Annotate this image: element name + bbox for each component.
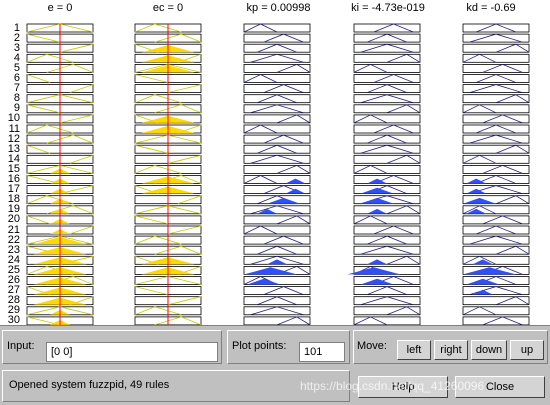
rule-cell-kp-13 bbox=[243, 144, 311, 154]
rule-cell-kp-21 bbox=[243, 225, 311, 235]
rule-cell-kp-5 bbox=[243, 64, 311, 73]
rule-cell-kp-23 bbox=[243, 245, 311, 255]
rule-cell-kp-28 bbox=[243, 296, 311, 306]
rule-cell-kp-10 bbox=[243, 114, 311, 124]
rule-cell-kp-20 bbox=[243, 215, 311, 225]
rule-cell-kd-6 bbox=[462, 74, 530, 83]
rule-cell-ki-12 bbox=[353, 134, 421, 144]
rule-cell-kd-11 bbox=[462, 124, 530, 134]
rule-cell-ki-27 bbox=[353, 286, 421, 296]
rule-cell-kd-8 bbox=[462, 94, 530, 104]
rule-cell-kp-8 bbox=[243, 94, 311, 104]
input-label: Input: bbox=[7, 340, 35, 352]
column-title-ec: ec = 0 bbox=[152, 2, 184, 14]
rule-cell-ki-2 bbox=[353, 33, 421, 43]
move-panel: Move: left right down up bbox=[353, 330, 548, 364]
column-title-kd: kd = -0.69 bbox=[466, 2, 516, 14]
plot-points-label: Plot points: bbox=[232, 340, 287, 352]
rule-cell-kd-24 bbox=[462, 255, 530, 265]
rule-cell-ki-7 bbox=[353, 84, 421, 93]
rule-cell-kp-3 bbox=[243, 43, 311, 53]
move-down-button[interactable]: down bbox=[471, 340, 507, 360]
rule-cell-ki-10 bbox=[353, 114, 421, 124]
rule-cell-kp-30 bbox=[243, 316, 311, 326]
column-title-ki: ki = -4.73e-019 bbox=[351, 2, 425, 14]
rule-cell-ki-30 bbox=[353, 316, 421, 326]
rule-cell-ki-19 bbox=[353, 205, 421, 215]
rule-cell-ki-5 bbox=[353, 64, 421, 73]
rule-cell-kd-14 bbox=[462, 154, 530, 164]
input-field[interactable] bbox=[46, 342, 218, 362]
rule-cell-kd-4 bbox=[462, 53, 530, 63]
rule-cell-ki-29 bbox=[353, 306, 421, 316]
rule-plots bbox=[26, 23, 530, 326]
status-panel: Opened system fuzzpid, 49 rules bbox=[2, 370, 350, 402]
rule-cell-ki-4 bbox=[353, 53, 421, 63]
rule-cell-kd-28 bbox=[462, 296, 530, 306]
column-title-kp: kp = 0.00998 bbox=[246, 2, 311, 14]
rule-cell-kp-11 bbox=[243, 124, 311, 134]
rule-cell-kp-1 bbox=[243, 23, 311, 33]
rule-cell-ki-15 bbox=[353, 164, 421, 174]
rule-cell-kd-1 bbox=[462, 23, 530, 33]
rule-cell-kd-3 bbox=[462, 43, 530, 53]
move-right-button[interactable]: right bbox=[434, 340, 468, 360]
rule-cell-ki-9 bbox=[353, 104, 421, 114]
rule-cell-kp-15 bbox=[243, 164, 311, 174]
watermark-text: https://blog.csdn.net/qq_41260096 bbox=[300, 379, 485, 393]
move-up-button[interactable]: up bbox=[510, 340, 544, 360]
rule-cell-kd-9 bbox=[462, 104, 530, 114]
rule-cell-kp-6 bbox=[243, 74, 311, 83]
column-title-e: e = 0 bbox=[47, 2, 73, 14]
move-left-button[interactable]: left bbox=[397, 340, 431, 360]
plot-points-field[interactable] bbox=[299, 342, 345, 362]
rule-cell-kd-23 bbox=[462, 245, 530, 255]
plot-points-panel: Plot points: bbox=[227, 330, 350, 364]
move-label: Move: bbox=[357, 340, 387, 352]
status-text: Opened system fuzzpid, 49 rules bbox=[9, 379, 170, 391]
rule-cell-kd-29 bbox=[462, 306, 530, 316]
rule-cell-ki-24 bbox=[353, 255, 421, 265]
input-panel: Input: bbox=[2, 330, 222, 364]
rule-cell-ki-20 bbox=[353, 215, 421, 225]
rule-cell-ki-22 bbox=[353, 235, 421, 245]
rule-cell-kd-21 bbox=[462, 225, 530, 235]
rule-cell-ki-14 bbox=[353, 154, 421, 164]
rule-viewer-window: e = 0 ec = 0 kp = 0.00998 ki = -4.73e-01… bbox=[0, 0, 550, 405]
control-area: Input: Plot points: Move: left right dow… bbox=[0, 325, 550, 405]
rule-cell-kd-13 bbox=[462, 144, 530, 154]
